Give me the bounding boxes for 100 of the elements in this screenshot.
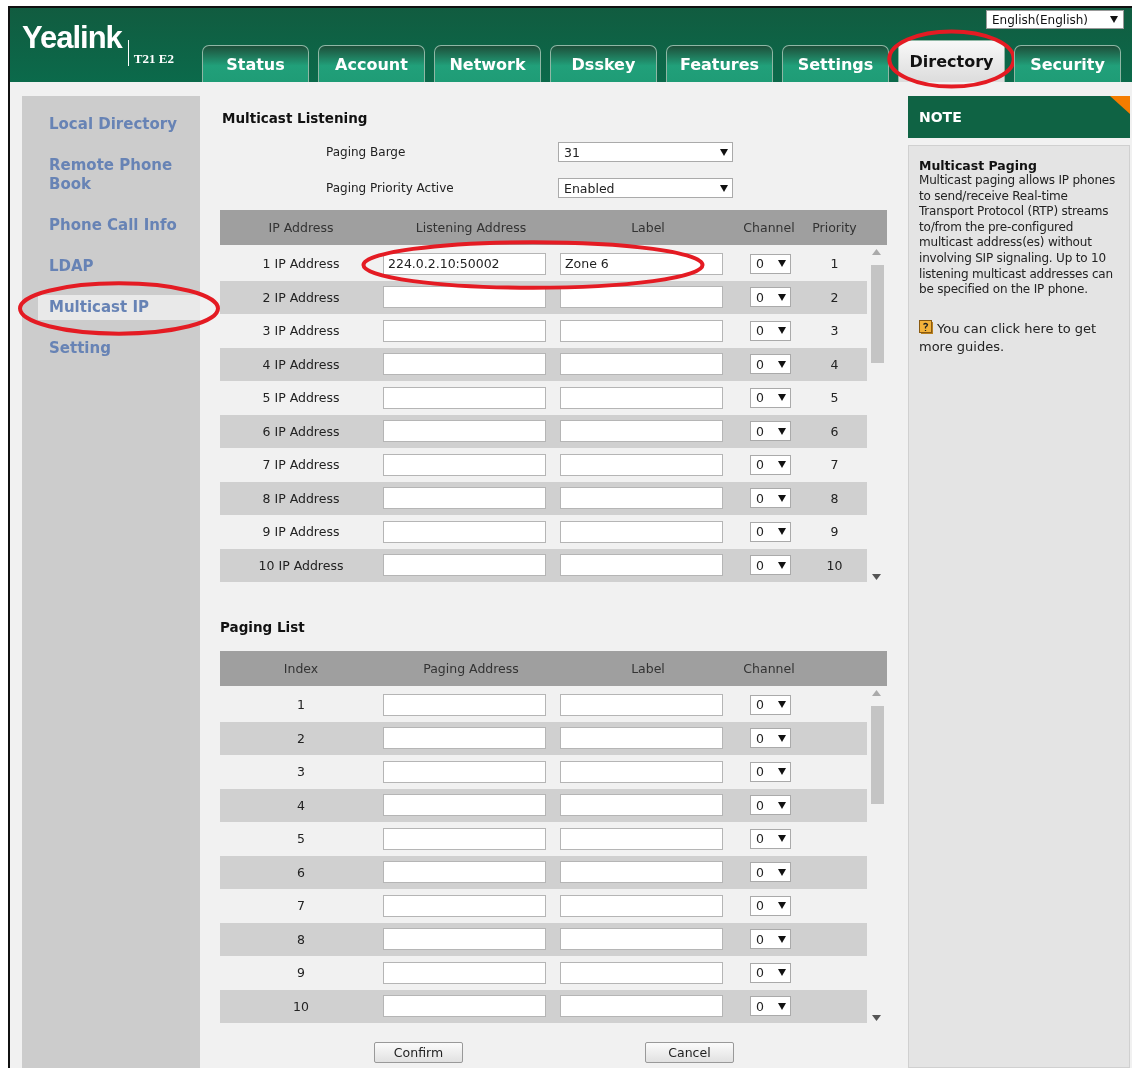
scroll-up-icon[interactable] [872,249,881,255]
address-input[interactable] [383,319,546,342]
address-input[interactable] [383,520,546,543]
address-input[interactable] [383,727,546,750]
priority-cell: 10 [826,557,843,573]
address-input[interactable] [383,760,546,783]
address-input[interactable] [383,961,546,984]
channel-select[interactable]: 0 [750,287,791,308]
address-input[interactable] [383,554,546,577]
corner-fold-icon [1110,96,1130,114]
channel-select[interactable]: 0 [750,694,791,715]
note-title: NOTE [919,109,962,125]
label-input[interactable] [560,520,723,543]
channel-select[interactable]: 0 [750,320,791,341]
caret-icon [778,1002,786,1010]
channel-select[interactable]: 0 [750,354,791,375]
column-header: Index [283,661,319,676]
setting-select[interactable]: Enabled [558,178,733,198]
address-input[interactable] [383,353,546,376]
channel-select[interactable]: 0 [750,996,791,1017]
label-input[interactable] [560,386,723,409]
confirm-button[interactable]: Confirm [374,1042,463,1063]
address-input[interactable] [383,453,546,476]
channel-select[interactable]: 0 [750,761,791,782]
label-input[interactable] [560,727,723,750]
index-cell: 7 [297,898,305,914]
address-input[interactable] [383,827,546,850]
label-input[interactable] [560,554,723,577]
index-cell: 1 [297,697,305,713]
label-input[interactable] [560,827,723,850]
index-cell: 8 [297,931,305,947]
channel-select[interactable]: 0 [750,488,791,509]
address-input[interactable] [383,794,546,817]
language-select[interactable]: English(English) [986,10,1124,29]
scroll-up-icon[interactable] [872,690,881,696]
caret-icon [778,801,786,809]
label-input[interactable] [560,961,723,984]
caret-icon [778,734,786,742]
channel-select[interactable]: 0 [750,828,791,849]
address-input[interactable] [383,693,546,716]
row-label: 6 IP Address [262,423,340,439]
address-input[interactable] [383,487,546,510]
label-input[interactable] [560,928,723,951]
row-label: 1 IP Address [262,256,340,272]
address-input[interactable] [383,420,546,443]
channel-select[interactable]: 0 [750,421,791,442]
priority-cell: 7 [830,457,839,473]
channel-select[interactable]: 0 [750,253,791,274]
cancel-button[interactable]: Cancel [645,1042,734,1063]
label-input[interactable] [560,286,723,309]
address-input[interactable] [383,995,546,1018]
scrollbar-thumb[interactable] [871,706,884,804]
label-input[interactable] [560,319,723,342]
channel-select[interactable]: 0 [750,555,791,576]
setting-label: Paging Barge [325,145,407,159]
label-input[interactable] [560,453,723,476]
column-header: IP Address [268,220,334,235]
label-input[interactable] [560,420,723,443]
caret-icon [778,293,786,301]
scrollbar-thumb[interactable] [871,265,884,363]
channel-select[interactable]: 0 [750,962,791,983]
row-label: 9 IP Address [262,524,340,540]
scroll-down-icon[interactable] [872,574,881,580]
channel-select[interactable]: 0 [750,895,791,916]
channel-select[interactable]: 0 [750,929,791,950]
channel-select[interactable]: 0 [750,454,791,475]
priority-cell: 5 [830,390,839,406]
caret-icon [778,461,786,469]
caret-icon [778,835,786,843]
label-input[interactable] [560,693,723,716]
caret-icon [778,494,786,502]
row-label: 8 IP Address [262,490,340,506]
address-input[interactable] [383,286,546,309]
label-input[interactable] [560,894,723,917]
address-input[interactable] [383,894,546,917]
priority-cell: 6 [830,423,839,439]
label-input[interactable] [560,353,723,376]
scroll-down-icon[interactable] [872,1015,881,1021]
guide-link[interactable]: You can click here to get more guides. [919,319,1119,356]
channel-select[interactable]: 0 [750,862,791,883]
channel-select[interactable]: 0 [750,728,791,749]
channel-select[interactable]: 0 [750,521,791,542]
nav-tab[interactable]: Directory [898,40,1005,82]
setting-select[interactable]: 31 [558,142,733,162]
label-input[interactable] [560,995,723,1018]
priority-cell: 2 [830,289,839,305]
address-input[interactable] [383,928,546,951]
label-input[interactable] [560,794,723,817]
channel-select[interactable]: 0 [750,387,791,408]
note-text: Multicast paging allows IP phones to send/receive Real-time Transport Protocol (RTP) streams to/from the pre-configured multicast address(es) without involving SIP signaling. Up to 10 listening multicast addresses can be specified on the IP phone. [919,173,1117,298]
channel-select[interactable]: 0 [750,795,791,816]
label-input[interactable] [560,861,723,884]
address-input[interactable] [383,861,546,884]
address-input[interactable] [383,386,546,409]
address-input[interactable]: 224.0.2.10:50002 [383,252,546,275]
label-input[interactable] [560,760,723,783]
label-input[interactable]: Zone 6 [560,252,723,275]
row-label: 4 IP Address [262,356,340,372]
row-label: 7 IP Address [262,457,340,473]
label-input[interactable] [560,487,723,510]
